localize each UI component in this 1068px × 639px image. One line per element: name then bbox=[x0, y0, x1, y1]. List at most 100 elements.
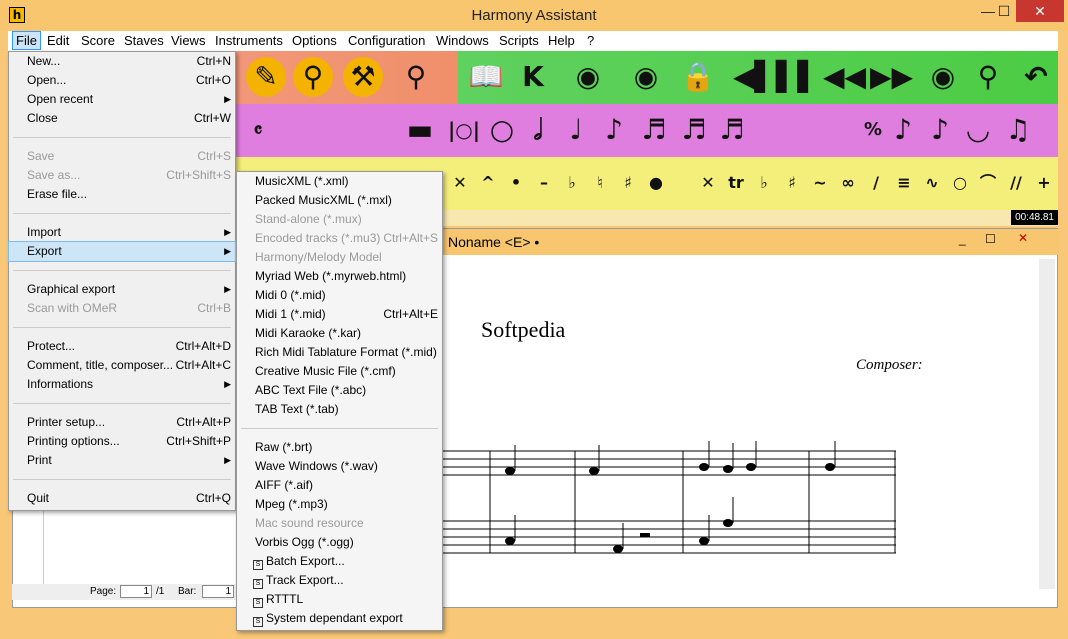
menu-item-protect[interactable]: Protect... Ctrl+Alt+D bbox=[9, 337, 235, 356]
export-track[interactable]: S Track Export... bbox=[237, 571, 442, 590]
export-packed-musicxml[interactable]: Packed MusicXML (*.mxl) bbox=[237, 191, 442, 210]
menu-options[interactable]: Options bbox=[292, 33, 337, 48]
page-input[interactable]: 1 bbox=[120, 585, 152, 598]
microphone-icon[interactable]: ⚲ bbox=[968, 57, 1008, 97]
search-icon[interactable]: ⚲ bbox=[396, 57, 436, 97]
play-pause-icon[interactable]: ◀▌ bbox=[733, 57, 776, 97]
export-stand-alone[interactable]: Stand-alone (*.mux) bbox=[237, 210, 442, 229]
submenu-arrow-icon: ▶ bbox=[224, 94, 231, 104]
menu-item-informations[interactable]: Informations ▶ bbox=[9, 375, 235, 394]
export-myriad-web[interactable]: Myriad Web (*.myrweb.html) bbox=[237, 267, 442, 286]
export-rtttl[interactable]: S RTTTL bbox=[237, 590, 442, 609]
menu-item-scan-omer[interactable]: Scan with OMeR Ctrl+B bbox=[9, 299, 235, 318]
tie-icon[interactable]: ♪ bbox=[920, 110, 960, 150]
bar-label: Bar: bbox=[178, 586, 197, 597]
export-tab[interactable]: TAB Text (*.tab) bbox=[237, 400, 442, 419]
document-name: Noname <E> • bbox=[448, 234, 540, 250]
export-system-dependant[interactable]: S System dependant export bbox=[237, 609, 442, 628]
eraser-icon[interactable]: ✎ bbox=[246, 57, 286, 97]
menu-item-open-recent[interactable]: Open recent ▶ bbox=[9, 90, 235, 109]
key-signature-icon[interactable]: K bbox=[513, 57, 553, 97]
menu-item-save[interactable]: Save Ctrl+S bbox=[9, 147, 235, 166]
export-wav[interactable]: Wave Windows (*.wav) bbox=[237, 457, 442, 476]
menu-edit[interactable]: Edit bbox=[47, 33, 69, 48]
eye-icon[interactable]: ◉ bbox=[923, 57, 963, 97]
menu-item-open[interactable]: Open... Ctrl+O bbox=[9, 71, 235, 90]
menu-views[interactable]: Views bbox=[171, 33, 205, 48]
time-signature-icon[interactable]: 𝄴 bbox=[238, 110, 278, 150]
export-encoded-tracks[interactable]: Encoded tracks (*.mu3) Ctrl+Alt+S bbox=[237, 229, 442, 248]
menu-item-quit[interactable]: Quit Ctrl+Q bbox=[9, 489, 235, 508]
pause-icon[interactable]: ▌▌ bbox=[776, 57, 819, 97]
rest-icon[interactable]: ▬ bbox=[400, 110, 440, 150]
export-mp3[interactable]: Mpeg (*.mp3) bbox=[237, 495, 442, 514]
eighth-note-icon[interactable]: ♪ bbox=[594, 110, 634, 150]
export-raw[interactable]: Raw (*.brt) bbox=[237, 438, 442, 457]
export-harmony-model[interactable]: Harmony/Melody Model bbox=[237, 248, 442, 267]
sixteenth-note-icon[interactable]: ♬ bbox=[634, 110, 674, 150]
magnifier-icon[interactable]: ⚲ bbox=[293, 57, 333, 97]
close-button[interactable]: ✕ bbox=[1016, 0, 1064, 22]
hammer-icon[interactable]: ⚒ bbox=[343, 57, 383, 97]
title-bar: h Harmony Assistant — ☐ ✕ bbox=[0, 0, 1068, 31]
script-icon: S bbox=[253, 617, 263, 627]
menu-help[interactable]: Help bbox=[548, 33, 575, 48]
sixty-fourth-note-icon[interactable]: ♬ bbox=[712, 110, 752, 150]
export-rich-midi[interactable]: Rich Midi Tablature Format (*.mid) bbox=[237, 343, 442, 362]
menu-staves[interactable]: Staves bbox=[124, 33, 164, 48]
doc-maximize-button[interactable]: ☐ bbox=[985, 232, 996, 246]
menu-item-graphical-export[interactable]: Graphical export ▶ bbox=[9, 280, 235, 299]
menu-instruments[interactable]: Instruments bbox=[215, 33, 283, 48]
export-midi-1[interactable]: Midi 1 (*.mid) Ctrl+Alt+E bbox=[237, 305, 442, 324]
undo-icon[interactable]: ↶ bbox=[1016, 57, 1056, 97]
breve-icon[interactable]: |○| bbox=[444, 110, 484, 150]
menu-configuration[interactable]: Configuration bbox=[348, 33, 425, 48]
export-midi-0[interactable]: Midi 0 (*.mid) bbox=[237, 286, 442, 305]
fast-forward-icon[interactable]: ▶▶ bbox=[870, 57, 913, 97]
rewind-icon[interactable]: ◀◀ bbox=[823, 57, 866, 97]
menu-item-import[interactable]: Import ▶ bbox=[9, 223, 235, 242]
beam-icon[interactable]: ♫ bbox=[998, 110, 1038, 150]
plus-icon[interactable]: + bbox=[1024, 163, 1064, 203]
doc-minimize-button[interactable]: _ bbox=[959, 232, 966, 246]
half-note-icon[interactable]: 𝅗𝅥 bbox=[518, 110, 558, 150]
file-menu: New... Ctrl+N Open... Ctrl+O Open recent ▶ … bbox=[8, 51, 236, 511]
submenu-arrow-icon: ▶ bbox=[224, 246, 231, 256]
menu-item-export[interactable]: Export ▶ bbox=[8, 241, 236, 262]
slur-icon[interactable]: ◡ bbox=[958, 110, 998, 150]
export-midi-karaoke[interactable]: Midi Karaoke (*.kar) bbox=[237, 324, 442, 343]
export-mac-sound[interactable]: Mac sound resource bbox=[237, 514, 442, 533]
export-musicxml[interactable]: MusicXML (*.xml) bbox=[237, 172, 442, 191]
color-icon[interactable]: ● bbox=[636, 163, 676, 203]
doc-close-button[interactable]: ✕ bbox=[1018, 231, 1028, 245]
export-aiff[interactable]: AIFF (*.aif) bbox=[237, 476, 442, 495]
menu-item-close[interactable]: Close Ctrl+W bbox=[9, 109, 235, 128]
menu-windows[interactable]: Windows bbox=[436, 33, 489, 48]
menu-item-printer-setup[interactable]: Printer setup... Ctrl+Alt+P bbox=[9, 413, 235, 432]
whole-note-icon[interactable]: ○ bbox=[482, 110, 522, 150]
export-abc[interactable]: ABC Text File (*.abc) bbox=[237, 381, 442, 400]
menu-question[interactable]: ? bbox=[587, 33, 594, 48]
lock-icon[interactable]: 🔒 bbox=[678, 57, 718, 97]
export-ogg[interactable]: Vorbis Ogg (*.ogg) bbox=[237, 533, 442, 552]
menu-item-print[interactable]: Print ▶ bbox=[9, 451, 235, 470]
menu-item-comment[interactable]: Comment, title, composer... Ctrl+Alt+C bbox=[9, 356, 235, 375]
menu-item-erase-file[interactable]: Erase file... bbox=[9, 185, 235, 204]
export-batch[interactable]: S Batch Export... bbox=[237, 552, 442, 571]
bar-input[interactable]: 1 bbox=[202, 585, 234, 598]
globe-download-icon[interactable]: ◉ bbox=[568, 57, 608, 97]
menu-score[interactable]: Score bbox=[81, 33, 115, 48]
globe-upload-icon[interactable]: ◉ bbox=[626, 57, 666, 97]
grace-note-icon[interactable]: ♪ bbox=[883, 110, 923, 150]
submenu-arrow-icon: ▶ bbox=[224, 284, 231, 294]
vertical-scrollbar[interactable] bbox=[1039, 259, 1055, 589]
menu-item-printing-options[interactable]: Printing options... Ctrl+Shift+P bbox=[9, 432, 235, 451]
menu-scripts[interactable]: Scripts bbox=[499, 33, 539, 48]
quarter-note-icon[interactable]: ♩ bbox=[556, 110, 596, 150]
thirty-second-note-icon[interactable]: ♬ bbox=[674, 110, 714, 150]
menu-item-save-as[interactable]: Save as... Ctrl+Shift+S bbox=[9, 166, 235, 185]
menu-item-new[interactable]: New... Ctrl+N bbox=[9, 52, 235, 71]
export-cmf[interactable]: Creative Music File (*.cmf) bbox=[237, 362, 442, 381]
book-icon[interactable]: 📖 bbox=[466, 57, 506, 97]
menu-file[interactable]: File bbox=[12, 31, 41, 50]
